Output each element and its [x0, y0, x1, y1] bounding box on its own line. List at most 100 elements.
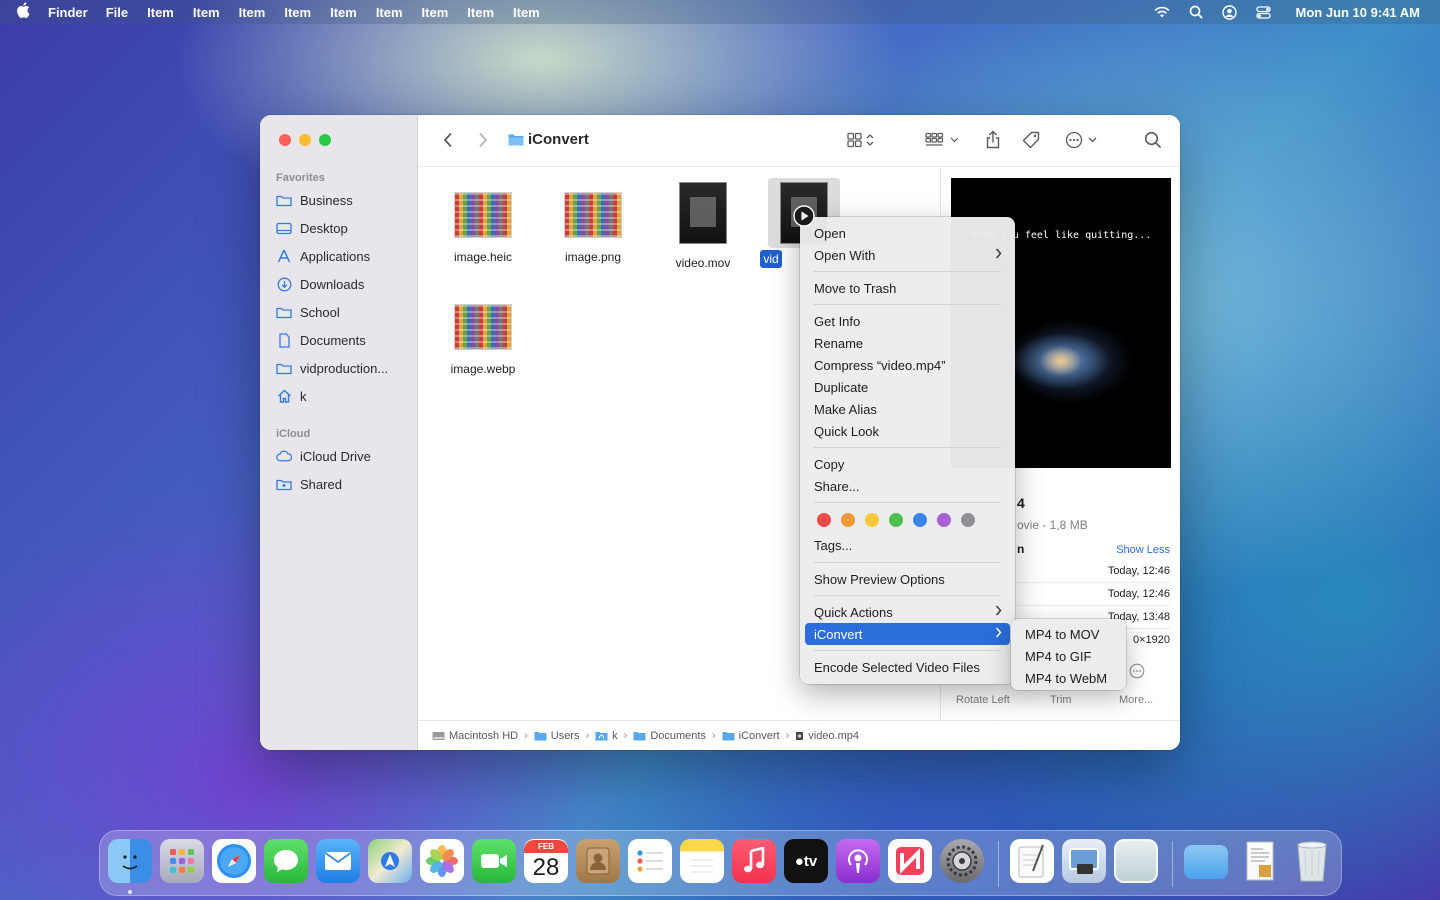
- contacts-icon[interactable]: [576, 839, 620, 883]
- control-center-icon[interactable]: [1256, 4, 1272, 20]
- tv-icon[interactable]: ●tv: [784, 839, 828, 883]
- rotate-left-button[interactable]: Rotate Left: [956, 694, 1010, 706]
- tag-color-dot[interactable]: [937, 513, 951, 527]
- sidebar-item-home[interactable]: k: [276, 385, 307, 407]
- search-button[interactable]: [1142, 129, 1164, 153]
- path-segment[interactable]: k: [595, 730, 618, 742]
- menu-quick-actions[interactable]: Quick Actions: [805, 601, 1010, 623]
- more-circle-icon[interactable]: [1129, 663, 1145, 682]
- sidebar-item-applications[interactable]: Applications: [276, 245, 370, 267]
- action-menu-button[interactable]: [1063, 129, 1101, 153]
- notes-icon[interactable]: [680, 839, 724, 883]
- preview-icon[interactable]: [1062, 839, 1106, 883]
- user-account-icon[interactable]: [1222, 4, 1238, 20]
- zoom-window-button[interactable]: [319, 134, 331, 146]
- menu-iconvert[interactable]: iConvert: [805, 623, 1010, 645]
- textedit-icon[interactable]: [1010, 839, 1054, 883]
- sidebar-item-shared[interactable]: Shared: [276, 473, 342, 495]
- path-segment[interactable]: Macintosh HD: [432, 730, 518, 742]
- file-item[interactable]: image.png: [538, 182, 648, 264]
- menu-rename[interactable]: Rename: [805, 332, 1010, 354]
- wifi-icon[interactable]: [1154, 4, 1170, 20]
- sidebar-item-documents[interactable]: Documents: [276, 329, 366, 351]
- menu-item-6[interactable]: Item: [376, 5, 403, 20]
- reminders-icon[interactable]: [628, 839, 672, 883]
- submenu-mp4-to-mov[interactable]: MP4 to MOV: [1016, 623, 1124, 645]
- file-item[interactable]: image.webp: [428, 294, 538, 376]
- tag-color-dot[interactable]: [889, 513, 903, 527]
- blank-app-icon[interactable]: [1114, 839, 1158, 883]
- submenu-mp4-to-gif[interactable]: MP4 to GIF: [1016, 645, 1124, 667]
- news-icon[interactable]: [888, 839, 932, 883]
- apple-menu-icon[interactable]: [12, 2, 34, 22]
- more-button[interactable]: More...: [1119, 694, 1153, 706]
- calendar-icon[interactable]: FEB 28: [524, 839, 568, 883]
- trim-button[interactable]: Trim: [1050, 694, 1072, 706]
- menu-quick-look[interactable]: Quick Look: [805, 420, 1010, 442]
- minimize-window-button[interactable]: [299, 134, 311, 146]
- menu-tags[interactable]: Tags...: [805, 534, 1010, 556]
- menu-item-3[interactable]: Item: [239, 5, 266, 20]
- spotlight-search-icon[interactable]: [1188, 4, 1204, 20]
- launchpad-icon[interactable]: [160, 839, 204, 883]
- photos-icon[interactable]: [420, 839, 464, 883]
- back-button[interactable]: [438, 129, 458, 153]
- menu-open[interactable]: Open: [805, 222, 1010, 244]
- sidebar-item-school[interactable]: School: [276, 301, 340, 323]
- menu-get-info[interactable]: Get Info: [805, 310, 1010, 332]
- tag-color-dot[interactable]: [961, 513, 975, 527]
- show-less-link[interactable]: Show Less: [1116, 544, 1170, 556]
- menu-item-4[interactable]: Item: [284, 5, 311, 20]
- path-segment[interactable]: Users: [534, 730, 579, 742]
- menu-make-alias[interactable]: Make Alias: [805, 398, 1010, 420]
- facetime-icon[interactable]: [472, 839, 516, 883]
- downloads-folder-icon[interactable]: [1184, 845, 1228, 879]
- sidebar-item-vidproduction[interactable]: vidproduction...: [276, 357, 388, 379]
- menu-item-2[interactable]: Item: [193, 5, 220, 20]
- forward-button[interactable]: [473, 129, 493, 153]
- menu-app-name[interactable]: Finder: [48, 5, 88, 20]
- path-segment[interactable]: Documents: [633, 730, 706, 742]
- tag-button[interactable]: [1020, 129, 1042, 153]
- path-segment[interactable]: video.mp4: [795, 730, 859, 742]
- path-segment[interactable]: iConvert: [722, 730, 780, 742]
- menu-show-preview-options[interactable]: Show Preview Options: [805, 568, 1010, 590]
- menu-open-with[interactable]: Open With: [805, 244, 1010, 266]
- system-settings-icon[interactable]: [940, 839, 984, 883]
- submenu-mp4-to-webm[interactable]: MP4 to WebM: [1016, 667, 1124, 689]
- sidebar-item-icloud-drive[interactable]: iCloud Drive: [276, 445, 371, 467]
- trash-icon[interactable]: [1290, 839, 1334, 883]
- mail-icon[interactable]: [316, 839, 360, 883]
- tag-color-dot[interactable]: [913, 513, 927, 527]
- menu-item-8[interactable]: Item: [467, 5, 494, 20]
- menu-file[interactable]: File: [106, 5, 128, 20]
- menu-item-5[interactable]: Item: [330, 5, 357, 20]
- finder-icon[interactable]: [108, 839, 152, 883]
- messages-icon[interactable]: [264, 839, 308, 883]
- menu-item-9[interactable]: Item: [513, 5, 540, 20]
- safari-icon[interactable]: [212, 839, 256, 883]
- close-window-button[interactable]: [279, 134, 291, 146]
- menu-move-to-trash[interactable]: Move to Trash: [805, 277, 1010, 299]
- menu-item-1[interactable]: Item: [147, 5, 174, 20]
- menu-share[interactable]: Share...: [805, 475, 1010, 497]
- music-icon[interactable]: [732, 839, 776, 883]
- share-button[interactable]: [982, 129, 1004, 153]
- sidebar-item-downloads[interactable]: Downloads: [276, 273, 364, 295]
- sidebar-item-business[interactable]: Business: [276, 189, 353, 211]
- maps-icon[interactable]: [368, 839, 412, 883]
- menu-clock[interactable]: Mon Jun 10 9:41 AM: [1296, 5, 1420, 20]
- menu-copy[interactable]: Copy: [805, 453, 1010, 475]
- file-item[interactable]: video.mov: [648, 182, 758, 270]
- tag-color-dot[interactable]: [817, 513, 831, 527]
- menu-encode-selected-video-files[interactable]: Encode Selected Video Files: [805, 656, 1010, 678]
- file-item[interactable]: image.heic: [428, 182, 538, 264]
- menu-duplicate[interactable]: Duplicate: [805, 376, 1010, 398]
- menu-item-7[interactable]: Item: [422, 5, 449, 20]
- document-stack-icon[interactable]: [1238, 839, 1282, 883]
- tag-color-dot[interactable]: [865, 513, 879, 527]
- view-options-button[interactable]: [842, 129, 880, 153]
- tag-color-dot[interactable]: [841, 513, 855, 527]
- menu-compress[interactable]: Compress “video.mp4”: [805, 354, 1010, 376]
- podcasts-icon[interactable]: [836, 839, 880, 883]
